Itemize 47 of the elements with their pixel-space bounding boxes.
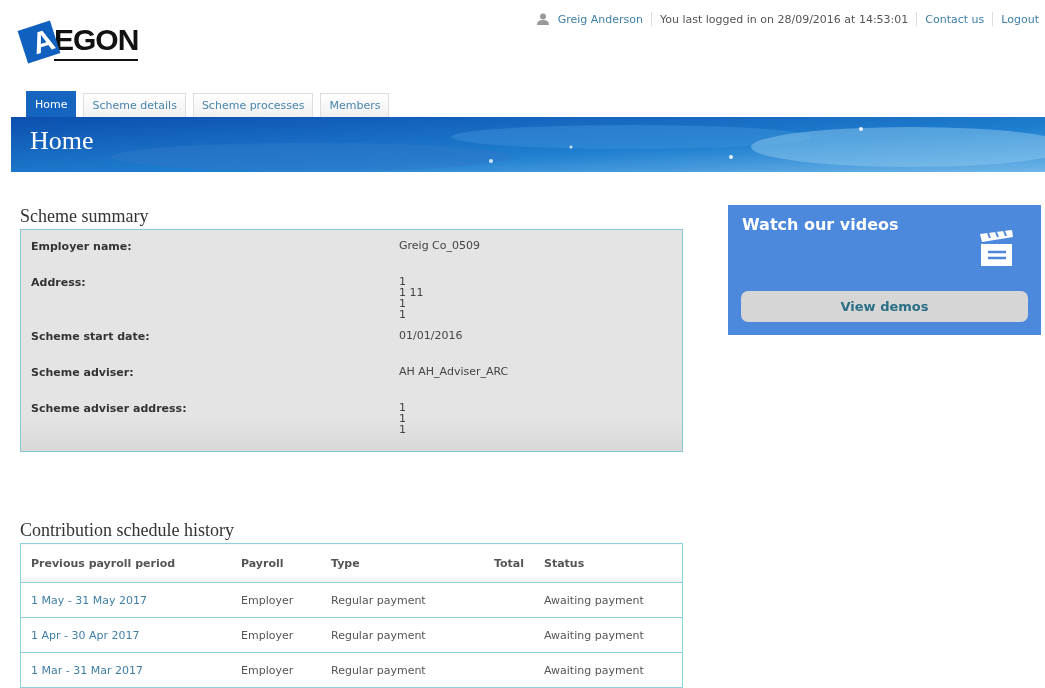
- field-label: Employer name:: [31, 240, 133, 255]
- field-value: 1: [399, 413, 406, 424]
- header-link[interactable]: Logout: [1001, 12, 1039, 26]
- table-cell: Awaiting payment: [534, 582, 683, 618]
- field-label: Scheme adviser:: [31, 366, 135, 381]
- nav-tab[interactable]: Members: [320, 93, 390, 117]
- user-icon: [535, 13, 550, 25]
- column-header: Total: [469, 543, 534, 583]
- table-cell: Employer: [231, 582, 321, 618]
- table-cell: Regular payment: [321, 617, 469, 653]
- table-cell: Awaiting payment: [534, 652, 683, 688]
- column-header: Payroll: [231, 543, 321, 583]
- field-value: Greig Co_0509: [399, 240, 480, 251]
- table-cell: Regular payment: [321, 582, 469, 618]
- field-value: 01/01/2016: [399, 330, 463, 341]
- period-link[interactable]: 1 Mar - 31 Mar 2017: [31, 663, 143, 677]
- field-label: Scheme start date:: [31, 330, 151, 345]
- table-cell: Employer: [231, 652, 321, 688]
- nav-tab[interactable]: Scheme details: [83, 93, 186, 117]
- field-value: 1: [399, 424, 406, 435]
- nav-tab[interactable]: Scheme processes: [192, 93, 314, 117]
- field-value: 1: [399, 298, 406, 309]
- field-label: Address:: [31, 276, 87, 291]
- column-header: Type: [321, 543, 469, 583]
- field-value: 1: [399, 276, 406, 287]
- last-login-text: You last logged in on 28/09/2016 at 14:53:01: [659, 12, 909, 26]
- field-value: 1: [399, 402, 406, 413]
- field-value: AH AH_Adviser_ARC: [399, 366, 509, 377]
- page-title: Home: [29, 125, 94, 156]
- table-cell: Awaiting payment: [534, 617, 683, 653]
- table-cell: Regular payment: [321, 652, 469, 688]
- field-label: Scheme adviser address:: [31, 402, 188, 417]
- table-cell: Employer: [231, 617, 321, 653]
- period-link[interactable]: 1 May - 31 May 2017: [31, 593, 147, 607]
- user-name-link[interactable]: Greig Anderson: [557, 12, 643, 26]
- header-link[interactable]: Contact us: [925, 12, 985, 26]
- column-header: Previous payroll period: [20, 543, 231, 583]
- section-title: Scheme summary: [20, 206, 149, 227]
- panel-title: Watch our videos: [742, 215, 899, 235]
- view-demos-button[interactable]: View demos: [741, 291, 1028, 322]
- period-link[interactable]: 1 Apr - 30 Apr 2017: [31, 628, 140, 642]
- field-value: 1: [399, 309, 406, 320]
- column-header: Status: [534, 543, 683, 583]
- nav-tab[interactable]: Home: [26, 91, 77, 117]
- company-logo[interactable]: A EGON: [16, 16, 145, 68]
- field-value: 1 11: [399, 287, 424, 298]
- section-title: Contribution schedule history: [20, 520, 234, 541]
